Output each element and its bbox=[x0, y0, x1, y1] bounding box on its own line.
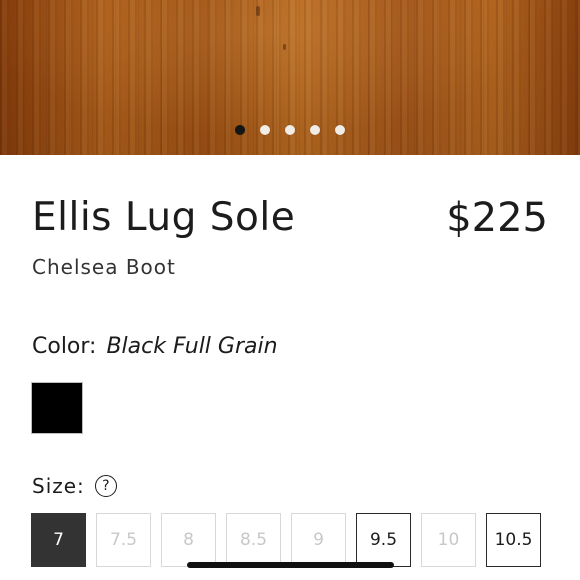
color-swatch-black[interactable] bbox=[31, 382, 83, 434]
size-option-8[interactable]: 8 bbox=[161, 513, 216, 567]
size-option-7[interactable]: 7 bbox=[31, 513, 86, 567]
color-label-row: Color: Black Full Grain bbox=[32, 332, 278, 362]
carousel-pagination bbox=[0, 125, 580, 137]
product-title: Ellis Lug Sole bbox=[32, 195, 296, 240]
carousel-dot-1[interactable] bbox=[235, 125, 245, 135]
home-indicator[interactable] bbox=[187, 562, 394, 568]
product-page: Ellis Lug Sole $225 Chelsea Boot Color: B… bbox=[0, 0, 580, 580]
size-option-9[interactable]: 9 bbox=[291, 513, 346, 567]
size-option-8-5[interactable]: 8.5 bbox=[226, 513, 281, 567]
product-subtitle: Chelsea Boot bbox=[32, 255, 176, 279]
size-option-10[interactable]: 10 bbox=[421, 513, 476, 567]
size-option-7-5[interactable]: 7.5 bbox=[96, 513, 151, 567]
size-option-9-5[interactable]: 9.5 bbox=[356, 513, 411, 567]
question-circle-icon[interactable]: ? bbox=[94, 475, 117, 497]
selected-color-name: Black Full Grain bbox=[106, 334, 278, 359]
carousel-dot-5[interactable] bbox=[335, 125, 345, 135]
size-label: Size: bbox=[32, 474, 85, 498]
color-label: Color: bbox=[32, 334, 97, 359]
carousel-dot-2[interactable] bbox=[260, 125, 270, 135]
carousel-dot-4[interactable] bbox=[310, 125, 320, 135]
product-price: $225 bbox=[446, 195, 548, 241]
size-label-row: Size: ? bbox=[32, 472, 117, 500]
size-option-10-5[interactable]: 10.5 bbox=[486, 513, 541, 567]
carousel-dot-3[interactable] bbox=[285, 125, 295, 135]
